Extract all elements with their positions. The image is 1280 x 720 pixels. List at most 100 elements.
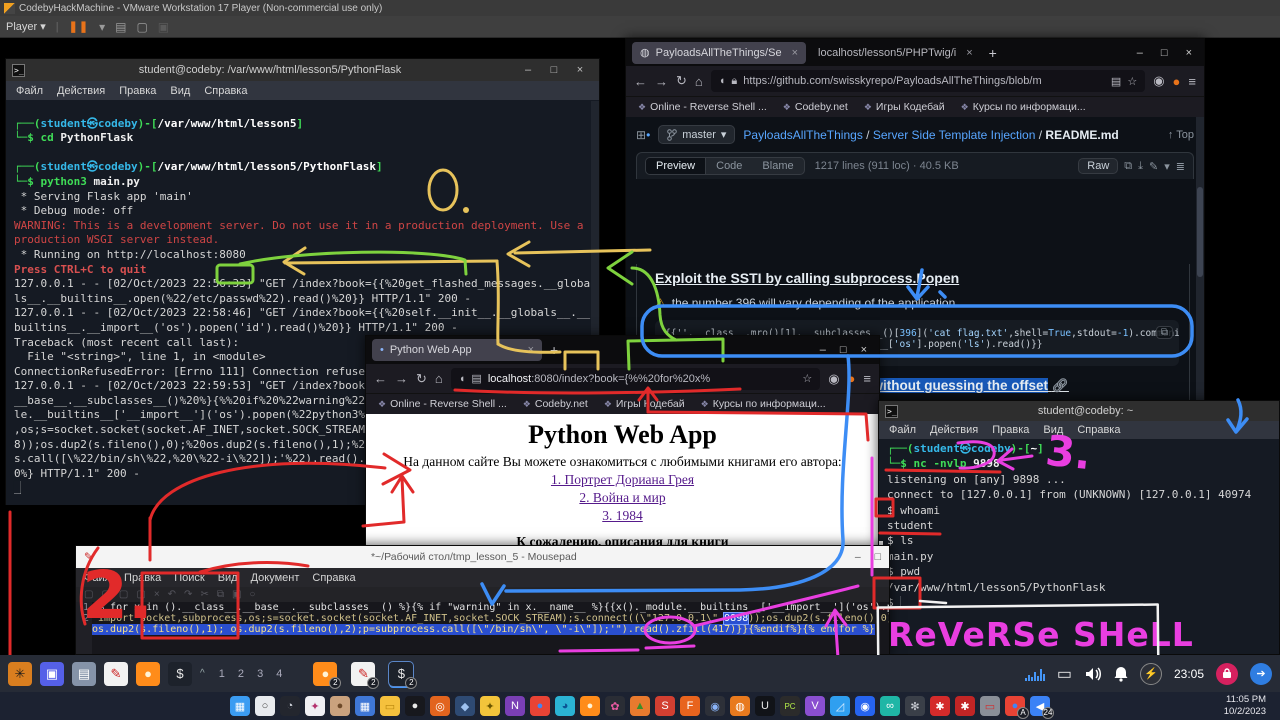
pause-caret[interactable]: ▾ — [99, 20, 105, 34]
raw-button[interactable]: Raw — [1078, 158, 1118, 174]
telegram-icon[interactable]: ◀24 — [1030, 696, 1050, 716]
cut-icon[interactable]: ✂ — [200, 589, 208, 600]
menu-item[interactable]: Поиск — [174, 572, 204, 584]
dark-app-icon[interactable]: ● — [405, 696, 425, 716]
copy-icon[interactable]: ⧉ — [217, 589, 224, 600]
show-desktop-icon[interactable]: ▣ — [40, 662, 64, 686]
save-icon[interactable]: ▢ — [119, 589, 128, 600]
bookmark-item[interactable]: Online - Reverse Shell ... — [378, 398, 507, 410]
mousepad-editor[interactable]: 12 {% for x in ().__class__.__base__.__s… — [76, 602, 889, 654]
menu-item[interactable]: Правка — [124, 572, 161, 584]
f-app-icon[interactable]: F — [680, 696, 700, 716]
vm-clock[interactable]: 23:05 — [1174, 667, 1204, 681]
reload-button[interactable]: ↻ — [676, 73, 687, 89]
calendar-icon[interactable]: ▦ — [355, 696, 375, 716]
chrome-profile-icon[interactable]: ●A — [1005, 696, 1025, 716]
forward-button[interactable]: → — [655, 74, 668, 89]
show-hidden-icon[interactable]: ^ — [200, 668, 205, 679]
tab-preview[interactable]: Preview — [646, 158, 706, 174]
blender-icon[interactable]: ◍ — [730, 696, 750, 716]
send-cad-icon[interactable]: ▤ — [115, 20, 126, 34]
account-icon[interactable]: ● — [848, 371, 856, 386]
book-link[interactable]: 3. 1984 — [366, 508, 879, 524]
terminal-output[interactable]: ┌──(student㉿codeby)-[~]└─$ nc -nvlp 9898… — [879, 439, 1279, 654]
bookmark-item[interactable]: Курсы по информаци... — [701, 398, 826, 410]
terminal-titlebar[interactable]: >_ student@codeby: /var/www/html/lesson5… — [6, 59, 599, 81]
home-button[interactable]: ⌂ — [695, 74, 703, 89]
outline-icon[interactable]: ≣ — [1176, 160, 1185, 173]
workspace-switcher[interactable]: 1 2 3 4 — [219, 668, 288, 680]
start-button[interactable]: ▦ — [230, 696, 250, 716]
menu-item[interactable]: Вид — [170, 85, 190, 97]
search-icon[interactable]: ○ — [249, 589, 255, 600]
bookmark-item[interactable]: Online - Reverse Shell ... — [638, 101, 767, 113]
edit-caret-icon[interactable]: ▾ — [1164, 160, 1170, 173]
bookmark-item[interactable]: Игры Кодебай — [864, 101, 945, 113]
redo-icon[interactable]: ↷ — [184, 589, 192, 600]
gauge-app-icon[interactable]: ◔ — [280, 696, 300, 716]
pocket-icon[interactable]: ◉ — [828, 371, 839, 387]
close-tab-icon[interactable]: × — [966, 47, 972, 59]
breadcrumb-folder[interactable]: Server Side Template Injection — [873, 128, 1036, 142]
close-button[interactable]: × — [861, 344, 867, 356]
editor-text[interactable]: {% for x in ().__class__.__base__.__subc… — [92, 602, 889, 654]
menu-item[interactable]: Файл — [16, 85, 43, 97]
vm-box-icon[interactable]: ◆ — [455, 696, 475, 716]
app-menu-icon[interactable]: ✳ — [8, 662, 32, 686]
s-app-icon[interactable]: S — [655, 696, 675, 716]
carrot-app-icon[interactable]: ▲ — [630, 696, 650, 716]
menu-item[interactable]: Вид — [1043, 424, 1063, 436]
close-button[interactable]: × — [567, 64, 593, 76]
camera-app-icon[interactable]: ◉ — [705, 696, 725, 716]
new-file-icon[interactable]: ▢ — [84, 589, 93, 600]
chrome-icon[interactable]: ● — [530, 696, 550, 716]
volume-icon[interactable] — [1084, 666, 1102, 682]
bookmark-item[interactable]: Игры Кодебай — [604, 398, 685, 410]
reader-icon[interactable]: ▤ — [1111, 75, 1121, 88]
menu-item[interactable]: Файл — [889, 424, 916, 436]
edge-icon[interactable]: ◕ — [555, 696, 575, 716]
display-icon[interactable]: ▭ — [1057, 664, 1072, 684]
minimize-button[interactable]: – — [1137, 47, 1143, 59]
firefox-icon[interactable]: ● — [580, 696, 600, 716]
firefox-icon[interactable]: ● — [136, 662, 160, 686]
shield-icon[interactable]: ◖ — [459, 373, 466, 385]
minimize-button[interactable]: – — [515, 64, 541, 76]
bookmark-item[interactable]: Codeby.net — [523, 398, 588, 410]
heading-subprocess-popen[interactable]: Exploit the SSTI by calling subprocess.P… — [655, 270, 959, 286]
maximize-button[interactable]: □ — [541, 64, 567, 76]
menu-item[interactable]: Правка — [992, 424, 1029, 436]
loom-icon[interactable]: ∞ — [880, 696, 900, 716]
bookmark-star-icon[interactable]: ☆ — [802, 372, 812, 385]
bookmark-star-icon[interactable]: ☆ — [1127, 75, 1137, 88]
menu-item[interactable]: Справка — [204, 85, 247, 97]
maximize-button[interactable]: □ — [875, 551, 881, 563]
close-tab-icon[interactable]: × — [792, 47, 798, 59]
search-icon[interactable]: ○ — [255, 696, 275, 716]
close-tab-icon[interactable]: × — [528, 344, 534, 356]
bookmark-item[interactable]: Codeby.net — [783, 101, 848, 113]
firefox-window[interactable]: ●2 — [313, 662, 337, 686]
assistant-icon[interactable]: ● — [330, 696, 350, 716]
terminal-icon[interactable]: $ — [168, 662, 192, 686]
terminal-window[interactable]: $2 — [389, 662, 413, 686]
back-button[interactable]: ← — [374, 371, 387, 386]
pycharm-icon[interactable]: PC — [780, 696, 800, 716]
menu-item[interactable]: Правка — [119, 85, 156, 97]
tab-blame[interactable]: Blame — [752, 158, 803, 174]
branch-selector[interactable]: master ▾ — [658, 125, 735, 144]
unreal-icon[interactable]: U — [755, 696, 775, 716]
url-bar[interactable]: ◖ 🔒︎ https://github.com/swisskyrepo/Payl… — [711, 70, 1145, 92]
new-tab-button[interactable]: + — [550, 342, 558, 358]
maximize-button[interactable]: □ — [1161, 47, 1168, 59]
bookmark-item[interactable]: Курсы по информаци... — [961, 101, 1086, 113]
menu-icon[interactable]: ≡ — [863, 371, 871, 386]
copy-code-icon[interactable]: ⧉ — [1156, 326, 1173, 339]
red-gear-icon[interactable]: ✱ — [930, 696, 950, 716]
menu-item[interactable]: Действия — [57, 85, 105, 97]
screens-app-icon[interactable]: ▭ — [980, 696, 1000, 716]
menu-item[interactable]: Документ — [251, 572, 300, 584]
new-tab-button[interactable]: + — [989, 45, 997, 61]
file-manager-icon[interactable]: ▤ — [72, 662, 96, 686]
minimize-button[interactable]: – — [820, 344, 826, 356]
